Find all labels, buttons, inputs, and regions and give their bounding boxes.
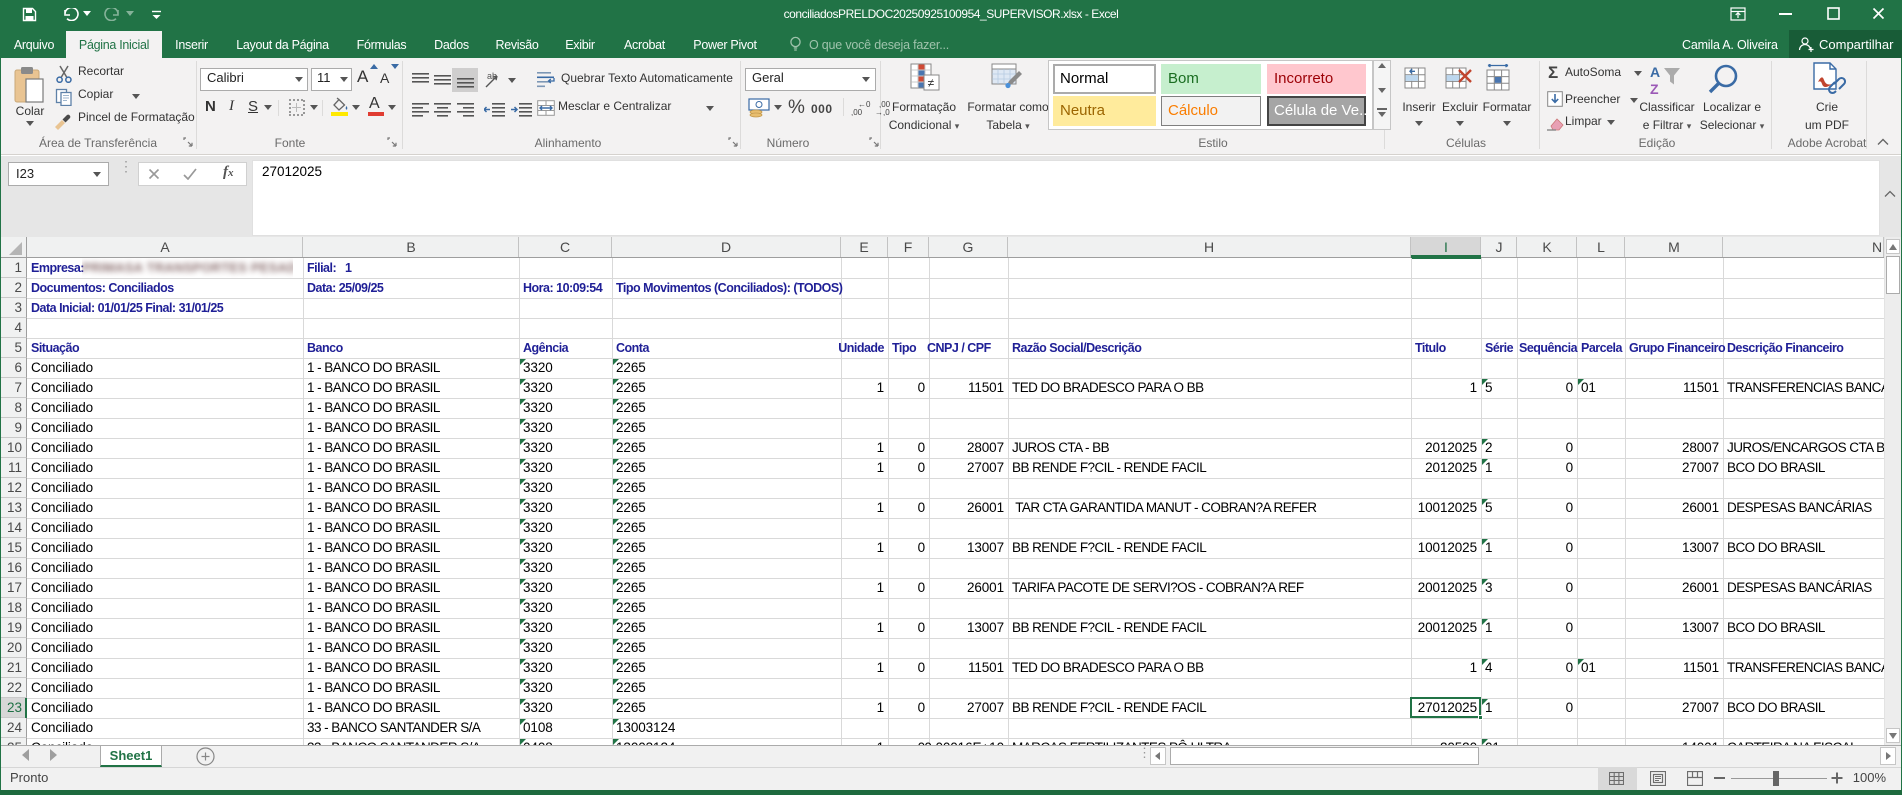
svg-text:A: A [1650,64,1660,80]
svg-text:≠: ≠ [928,76,935,90]
svg-text:ab: ab [487,71,497,81]
svg-text:Z: Z [1650,81,1659,96]
